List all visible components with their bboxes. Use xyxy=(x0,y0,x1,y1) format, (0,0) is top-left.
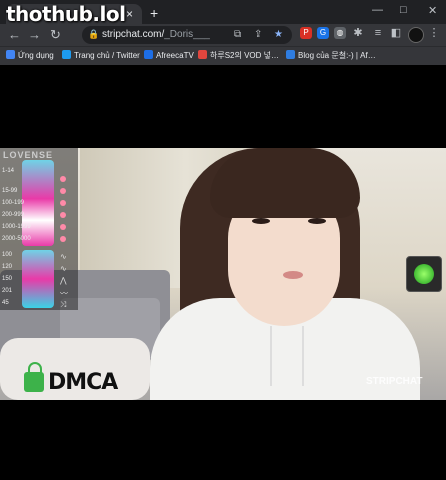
bookmark-vod[interactable]: 하루S2의 VOD 넣… xyxy=(198,50,279,61)
url-host: stripchat.com/ xyxy=(102,29,165,40)
tier-label: 1000-1999 xyxy=(2,224,31,230)
shuffle-icon: ⤨ xyxy=(60,300,67,309)
tier-label: 120 xyxy=(2,264,13,270)
dmca-lock-icon xyxy=(24,372,44,392)
url-path: _Doris___ xyxy=(164,29,210,40)
video-eye-right xyxy=(308,218,326,224)
menu-icon[interactable]: ⋮ xyxy=(428,27,440,39)
tab-close-button[interactable]: × xyxy=(126,7,133,21)
bookmark-apps[interactable]: Ứng dụng xyxy=(6,50,54,60)
video-person-bangs xyxy=(210,148,360,218)
tier-label: 200-999 xyxy=(2,212,25,218)
address-bar[interactable]: 🔒 stripchat.com/_Doris___ ⧉ ⇪ ★ xyxy=(82,26,292,44)
reload-button[interactable]: ↻ xyxy=(50,27,61,43)
extension-red-icon[interactable]: P xyxy=(300,27,312,39)
wave-icon: 〰 xyxy=(60,289,68,298)
wave-icon: ∿ xyxy=(60,252,67,261)
bookmark-label: AfreecaTV xyxy=(156,51,194,60)
wheel-widget[interactable] xyxy=(406,256,442,292)
bookmark-label: Trang chủ / Twitter xyxy=(74,51,140,60)
wave-icon: ⋀ xyxy=(60,276,67,285)
back-button[interactable]: ← xyxy=(8,27,21,42)
wheel-icon xyxy=(414,264,434,284)
maximize-button[interactable]: □ xyxy=(400,4,407,16)
tier-heart-icon xyxy=(60,212,66,218)
star-icon[interactable]: ★ xyxy=(274,29,283,40)
share-icon[interactable]: ⇪ xyxy=(254,29,262,40)
sidebar-icon[interactable]: ◧ xyxy=(390,27,402,39)
close-window-button[interactable]: ✕ xyxy=(428,4,437,17)
bookmark-label: Ứng dụng xyxy=(18,51,54,60)
tier-heart-icon xyxy=(60,188,66,194)
tier-label: 45 xyxy=(2,300,9,306)
tier-label: 15-99 xyxy=(2,188,18,194)
tier-label: 100-199 xyxy=(2,200,25,206)
overlay-title: LOVENSE xyxy=(3,150,54,160)
tier-heart-icon xyxy=(60,236,66,242)
bookmark-blog[interactable]: Blog của 문철:-) | Af… xyxy=(286,50,376,61)
bookmark-label: 하루S2의 VOD 넣… xyxy=(210,51,280,60)
video-shirt-laces xyxy=(270,326,304,386)
bookmark-label: Blog của 문철:-) | Af… xyxy=(298,51,376,60)
blog-icon xyxy=(286,50,295,59)
url-text[interactable]: stripchat.com/_Doris___ xyxy=(102,29,210,40)
install-icon[interactable]: ⧉ xyxy=(234,29,241,40)
overlay-image-top xyxy=(22,160,54,246)
twitter-icon xyxy=(62,50,71,59)
tier-label: 150 xyxy=(2,276,13,282)
tier-heart-icon xyxy=(60,224,66,230)
bookmark-afreecatv[interactable]: AfreecaTV xyxy=(144,50,194,60)
new-tab-button[interactable]: + xyxy=(150,5,158,21)
avatar[interactable] xyxy=(408,27,424,43)
tier-heart-icon xyxy=(60,200,66,206)
minimize-button[interactable]: — xyxy=(372,4,383,16)
stripchat-watermark: STRIPCHAT xyxy=(366,376,423,387)
tier-label: 2000-5000 xyxy=(2,236,31,242)
apps-icon xyxy=(6,50,15,59)
translate-icon[interactable]: G xyxy=(317,27,329,39)
media-icon[interactable]: ≡ xyxy=(372,27,384,39)
wave-icon: ∿ xyxy=(60,264,67,273)
tier-label: 100 xyxy=(2,252,13,258)
toolbar: ← → ↻ 🔒 stripchat.com/_Doris___ ⧉ ⇪ ★ P … xyxy=(0,24,446,46)
lock-icon[interactable]: 🔒 xyxy=(88,29,99,40)
lovense-overlay: LOVENSE 1-14 15-99 100-199 200-999 1000-… xyxy=(0,148,78,310)
dmca-text: DMCA xyxy=(48,370,118,395)
overlay-image-bottom xyxy=(22,250,54,308)
video-eye-left xyxy=(252,218,270,224)
tier-label: 201 xyxy=(2,288,13,294)
vod-icon xyxy=(198,50,207,59)
video-lips xyxy=(283,271,303,279)
afreeca-icon xyxy=(144,50,153,59)
tier-label: 1-14 xyxy=(2,168,15,174)
puzzle-icon[interactable]: ✱ xyxy=(352,27,364,39)
extension-gray-icon[interactable]: ◍ xyxy=(334,27,346,39)
browser-chrome: × + — □ ✕ thothub.lol ← → ↻ 🔒 stripchat.… xyxy=(0,0,446,65)
bookmarks-bar: Ứng dụng Trang chủ / Twitter AfreecaTV 하… xyxy=(0,46,446,65)
forward-button[interactable]: → xyxy=(28,27,41,42)
bookmark-twitter[interactable]: Trang chủ / Twitter xyxy=(62,50,140,60)
tier-heart-icon xyxy=(60,176,66,182)
watermark-text: thothub.lol xyxy=(6,2,126,26)
